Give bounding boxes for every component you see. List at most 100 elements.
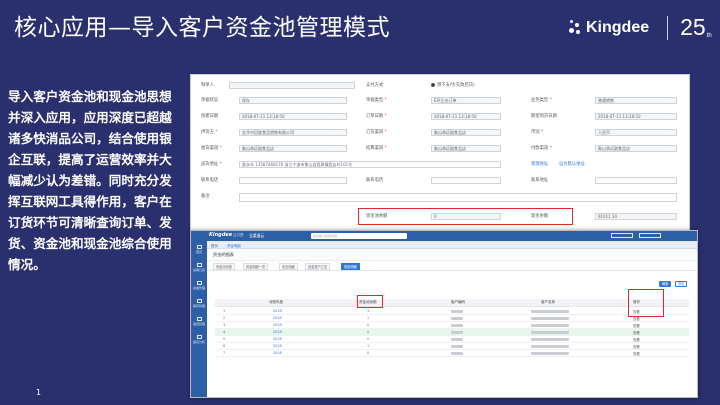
table-header: 对账年度 资金池余额 客户编码 客户名称 操作 xyxy=(215,299,689,307)
user-menu[interactable] xyxy=(611,233,633,238)
logo-divider xyxy=(667,15,669,40)
receive-channel-field[interactable]: 象山承远副食品店 xyxy=(239,145,347,152)
app-brand: Kingdee xyxy=(209,232,233,238)
sidebar-item-stock[interactable]: 库存管理 xyxy=(192,299,206,308)
year-link[interactable]: 2018 xyxy=(273,351,282,355)
supplier-field[interactable]: 金华市回旋食品销售有限公司 xyxy=(239,129,347,136)
subtab-cash[interactable]: 现金明细 xyxy=(341,263,360,270)
year-link[interactable]: 2018 xyxy=(273,337,282,341)
app-sidebar: 首页 采购订货 资金管理 库存管理 发货管理 报表分析 xyxy=(191,241,207,397)
redacted-name xyxy=(531,310,569,313)
creator-field[interactable] xyxy=(229,82,355,89)
doc-type-field[interactable]: E环企业订单 xyxy=(431,97,501,104)
redacted-name xyxy=(531,352,569,355)
field-label: 单据状态 xyxy=(201,98,219,103)
row-number: 2 xyxy=(223,316,226,320)
settle-channel-field[interactable]: 象山承远副食品店 xyxy=(431,145,501,152)
sidebar-item-order[interactable]: 采购订货 xyxy=(192,263,206,272)
phone-field-2[interactable] xyxy=(431,177,501,184)
field-label: 联系电话 xyxy=(366,178,384,183)
form-row: 收货渠道 * 象山承远副食品店 结算渠道 * 象山承远副食品店 付款渠道 * 象… xyxy=(191,145,689,153)
pay-channel-field[interactable]: 象山承远副食品店 xyxy=(595,145,677,152)
form-row: 单据状态 保存 单据类型 * E环企业订单 业务类型 * 普通销售 xyxy=(191,97,689,105)
view-action[interactable]: 查看 xyxy=(633,344,640,349)
year-link[interactable]: 2018 xyxy=(273,316,282,320)
pool-balance[interactable]: 1 xyxy=(367,344,369,348)
status-field[interactable]: 保存 xyxy=(239,97,347,104)
column-header[interactable]: 客户名称 xyxy=(541,300,555,305)
view-action[interactable]: 查看 xyxy=(633,330,640,335)
form-row: 供货方 * 金华市回旋食品销售有限公司 订货渠道 * 象山承远副食品店 币别 *… xyxy=(191,129,689,137)
view-action[interactable]: 查看 xyxy=(633,337,640,342)
pool-balance[interactable]: 0 xyxy=(367,337,369,341)
order-channel-field[interactable]: 象山承远副食品店 xyxy=(431,129,501,136)
sidebar-item-report[interactable]: 报表分析 xyxy=(192,335,206,344)
form-row: 制单人 支付方式 预下支付(先款后货) xyxy=(191,82,689,90)
year-link[interactable]: 2018 xyxy=(273,323,282,327)
field-label: 订单日期 * xyxy=(366,114,387,119)
kingdee-dots-icon xyxy=(568,19,582,37)
pool-balance[interactable]: 0 xyxy=(367,351,369,355)
order-date-field[interactable]: 2018-07-11 13:18:50 xyxy=(431,113,501,120)
pool-balance[interactable]: 0 xyxy=(367,323,369,327)
default-address-link[interactable]: 设为默认地址 xyxy=(559,161,585,167)
refresh-button[interactable]: 刷新 xyxy=(659,281,672,287)
subtab-balance[interactable]: 资金池余额 xyxy=(213,263,235,270)
table-row[interactable]: 2 2018 1 查看 xyxy=(215,315,689,322)
year-link[interactable]: 2018 xyxy=(273,309,282,313)
export-button[interactable]: 导出 xyxy=(675,281,688,287)
phone-field[interactable] xyxy=(239,177,347,184)
subtab-overview[interactable]: 资金明细一览 xyxy=(243,263,269,270)
remark-field[interactable] xyxy=(239,193,677,202)
list-header: 资金明细表 xyxy=(207,249,697,261)
settings-menu[interactable] xyxy=(639,233,661,238)
app-topbar: Kingdee 云订货 全渠道云 在此输入搜索内容 xyxy=(191,231,697,241)
sidebar-item-home[interactable]: 首页 xyxy=(192,245,206,254)
sidebar-item-fund[interactable]: 资金管理 xyxy=(192,281,206,290)
tab-home[interactable]: 首页 xyxy=(211,243,218,248)
sidebar-item-ship[interactable]: 发货管理 xyxy=(192,317,206,326)
biz-type-field[interactable]: 普通销售 xyxy=(595,97,677,104)
field-label: 币别 * xyxy=(531,130,544,135)
redacted-name xyxy=(531,317,569,320)
subtab-account-sum[interactable]: 资金账户汇总 xyxy=(305,263,331,270)
app-name: 云订货 xyxy=(233,233,244,237)
sub-tabs: 资金池余额 资金明细一览 收支明细 资金账户汇总 现金明细 xyxy=(207,261,697,271)
redacted-code xyxy=(451,345,463,348)
manage-address-link[interactable]: 管理地址 xyxy=(531,161,548,167)
truck-icon xyxy=(196,317,202,321)
table-row[interactable]: 6 2018 1 查看 xyxy=(215,343,689,350)
view-action[interactable]: 查看 xyxy=(633,323,640,328)
form-row: 备注 xyxy=(191,193,689,202)
subtab-income[interactable]: 收支明细 xyxy=(279,263,298,270)
expected-date-field[interactable]: 2018-07-11 13:18:50 xyxy=(595,113,677,120)
column-header[interactable]: 客户编码 xyxy=(451,300,465,305)
field-label: 支付方式 xyxy=(366,83,384,88)
table-row[interactable]: 1 2018 3 查看 xyxy=(215,308,689,315)
column-header[interactable]: 对账年度 xyxy=(269,300,283,305)
payment-radio[interactable]: 预下支付(先款后货) xyxy=(431,82,475,88)
view-action[interactable]: 查看 xyxy=(633,351,640,356)
row-number: 6 xyxy=(223,344,226,348)
chart-icon xyxy=(196,335,202,339)
currency-field[interactable]: 人民币 xyxy=(595,129,677,136)
pool-balance[interactable]: 3 xyxy=(367,309,369,313)
form-row: 联系电话 联系电话 联系地址 xyxy=(191,177,689,185)
table-row[interactable]: 4 2018 0 查看 xyxy=(215,329,689,336)
year-link[interactable]: 2018 xyxy=(273,330,282,334)
pool-balance[interactable]: 1 xyxy=(367,316,369,320)
created-date-field[interactable]: 2018-07-11 13:18:50 xyxy=(239,113,347,120)
address-field[interactable]: 夏永丰 13567468176 浙江宁波市象山县西周镇西店村101号 xyxy=(239,161,501,168)
page-title: 资金明细表 xyxy=(213,252,234,257)
table-row[interactable]: 7 2018 0 查看 xyxy=(215,350,689,357)
global-search-input[interactable]: 在此输入搜索内容 xyxy=(311,233,407,239)
contact-address-field[interactable] xyxy=(595,177,677,184)
table-row[interactable]: 3 2018 0 查看 xyxy=(215,322,689,329)
year-link[interactable]: 2018 xyxy=(273,344,282,348)
tab-fund-detail[interactable]: 资金明细 xyxy=(227,243,241,248)
system-name: 全渠道云 xyxy=(249,233,265,238)
field-label: 送货地址 * xyxy=(201,162,222,167)
pool-balance[interactable]: 0 xyxy=(367,330,369,334)
field-label: 供货方 * xyxy=(201,130,218,135)
table-row[interactable]: 5 2018 0 查看 xyxy=(215,336,689,343)
